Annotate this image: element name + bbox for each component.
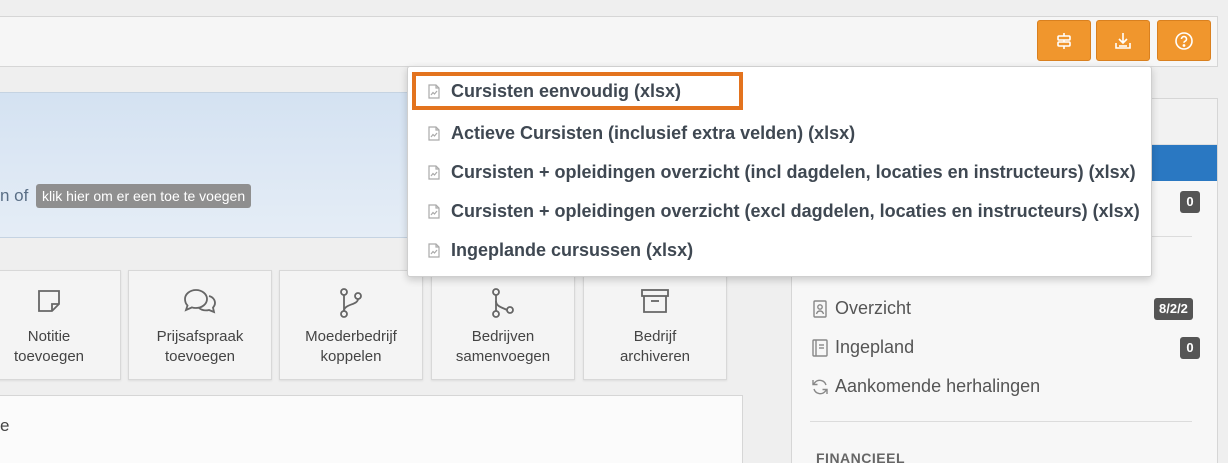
book-icon — [810, 338, 830, 358]
file-icon — [428, 203, 442, 219]
tile-label: Bedrijven samenvoegen — [455, 328, 551, 365]
download-icon — [1114, 32, 1132, 50]
id-card-icon — [810, 299, 830, 319]
menu-item-label: Cursisten + opleidingen overzicht (incl … — [451, 161, 1136, 182]
add-price-agreement-tile[interactable]: Prijsafspraak toevoegen — [128, 270, 272, 380]
refresh-icon — [810, 377, 830, 397]
file-icon — [428, 164, 442, 180]
branch-icon — [338, 287, 364, 324]
menu-item-label: Ingeplande cursussen (xlsx) — [451, 239, 694, 260]
count-badge: 0 — [1180, 337, 1200, 359]
menu-item-label: Actieve Cursisten (inclusief extra velde… — [451, 122, 856, 143]
panel-title: e — [0, 416, 10, 435]
add-link[interactable]: klik hier om er een toe te voegen — [36, 184, 252, 208]
count-badge: 8/2/2 — [1154, 298, 1193, 320]
tile-label: Prijsafspraak toevoegen — [156, 328, 244, 365]
merge-icon — [490, 287, 516, 324]
export-dropdown-menu: Cursisten eenvoudig (xlsx) Actieve Cursi… — [407, 66, 1152, 277]
section-heading-financieel: FINANCIEEL — [816, 450, 905, 463]
help-button[interactable] — [1157, 20, 1211, 61]
menu-item-ingeplande-cursussen[interactable]: Ingeplande cursussen (xlsx) — [408, 231, 1151, 269]
chat-icon — [182, 287, 218, 320]
info-text: n of — [0, 186, 29, 205]
export-button[interactable] — [1096, 20, 1150, 61]
tile-label: Notitie toevoegen — [13, 328, 85, 365]
help-circle-icon — [1174, 31, 1194, 51]
count-badge: 0 — [1180, 191, 1200, 213]
sidebar-item-overzicht[interactable]: Overzicht — [810, 298, 911, 319]
sliders-icon — [1055, 32, 1073, 50]
menu-item-label: Cursisten eenvoudig (xlsx) — [451, 80, 682, 101]
divider — [810, 421, 1192, 422]
merge-companies-tile[interactable]: Bedrijven samenvoegen — [431, 270, 575, 380]
menu-item-cursisten-eenvoudig[interactable]: Cursisten eenvoudig (xlsx) — [412, 72, 743, 110]
sidebar-item-aankomende-herhalingen[interactable]: Aankomende herhalingen — [810, 376, 1040, 397]
menu-item-cursisten-opleidingen-incl[interactable]: Cursisten + opleidingen overzicht (incl … — [408, 153, 1151, 191]
file-icon — [428, 83, 442, 99]
file-icon — [428, 242, 442, 258]
settings-button[interactable] — [1037, 20, 1091, 61]
add-note-tile[interactable]: Notitie toevoegen — [0, 270, 121, 380]
sidebar-item-ingepland[interactable]: Ingepland — [810, 337, 914, 358]
tile-label: Moederbedrijf koppelen — [305, 328, 397, 365]
menu-item-label: Cursisten + opleidingen overzicht (excl … — [451, 200, 1140, 221]
sidebar-item-label: Ingepland — [835, 337, 915, 357]
tile-label: Bedrijf archiveren — [619, 328, 691, 365]
sidebar-item-label: Aankomende herhalingen — [835, 376, 1041, 396]
archive-icon — [640, 287, 670, 320]
link-parent-company-tile[interactable]: Moederbedrijf koppelen — [279, 270, 423, 380]
archive-company-tile[interactable]: Bedrijf archiveren — [583, 270, 727, 380]
bottom-panel: e — [0, 395, 743, 463]
note-icon — [35, 287, 63, 320]
menu-item-actieve-cursisten[interactable]: Actieve Cursisten (inclusief extra velde… — [408, 114, 1151, 152]
sidebar-item-label: Overzicht — [835, 298, 912, 318]
file-icon — [428, 125, 442, 141]
menu-item-cursisten-opleidingen-excl[interactable]: Cursisten + opleidingen overzicht (excl … — [408, 192, 1151, 230]
top-toolbar — [0, 16, 1218, 67]
